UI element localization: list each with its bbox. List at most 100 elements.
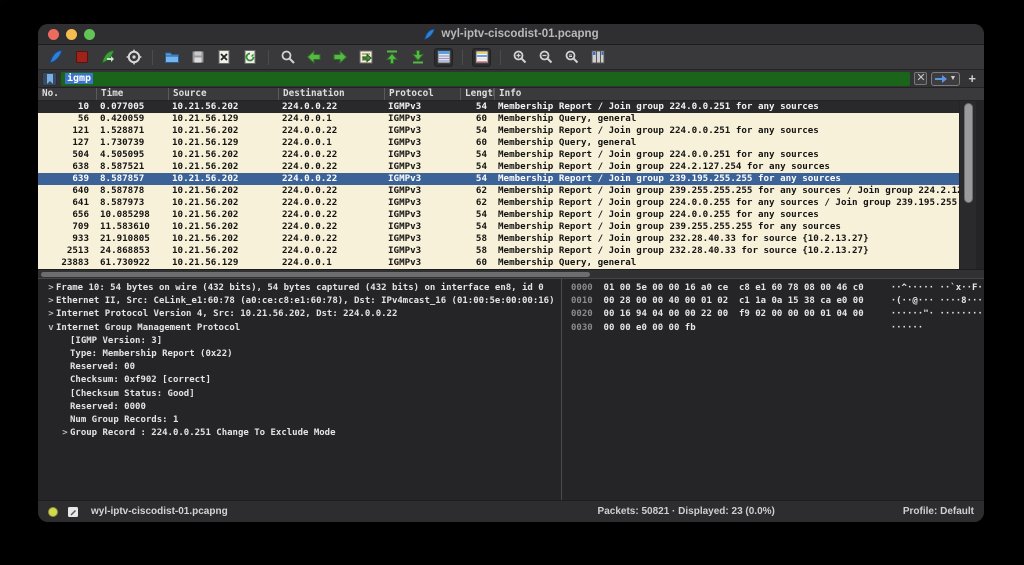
cell-time: 24.868853 xyxy=(96,245,168,257)
packet-row[interactable]: 6388.58752110.21.56.202224.0.0.22IGMPv35… xyxy=(38,161,959,173)
detail-field-row[interactable]: Reserved: 0000 xyxy=(38,401,561,414)
packet-row[interactable]: 6398.58785710.21.56.202224.0.0.22IGMPv35… xyxy=(38,173,959,185)
detail-tree-row[interactable]: >Frame 10: 54 bytes on wire (432 bits), … xyxy=(38,282,561,295)
hex-row[interactable]: 0030 00 00 e0 00 00 fb ······ xyxy=(571,322,984,335)
column-header-info[interactable]: Info xyxy=(494,88,984,100)
expanded-icon[interactable]: v xyxy=(46,322,56,335)
cell-info: Membership Report / Join group 224.0.0.2… xyxy=(494,149,959,161)
status-profile[interactable]: Profile: Default xyxy=(903,506,974,517)
vertical-scrollbar-thumb[interactable] xyxy=(964,103,973,203)
cell-destination: 224.0.0.22 xyxy=(278,149,384,161)
detail-tree-row[interactable]: >Ethernet II, Src: CeLink_e1:60:78 (a0:c… xyxy=(38,295,561,308)
packet-row[interactable]: 2388361.73092210.21.56.129224.0.0.1IGMPv… xyxy=(38,257,959,269)
packet-row[interactable]: 1271.73073910.21.56.129224.0.0.1IGMPv360… xyxy=(38,137,959,149)
save-file-button[interactable] xyxy=(188,48,207,67)
packet-row[interactable]: 560.42005910.21.56.129224.0.0.1IGMPv360M… xyxy=(38,113,959,125)
start-capture-button[interactable] xyxy=(46,48,65,67)
cell-source: 10.21.56.202 xyxy=(168,161,278,173)
hex-row[interactable]: 0000 01 00 5e 00 00 16 a0 ce c8 e1 60 78… xyxy=(571,282,984,295)
go-first-packet-button[interactable] xyxy=(382,48,401,67)
collapsed-icon[interactable]: > xyxy=(46,308,56,321)
detail-text: Num Group Records: 1 xyxy=(70,415,178,425)
detail-field-row[interactable]: Type: Membership Report (0x22) xyxy=(38,348,561,361)
status-filename[interactable]: wyl-iptv-ciscodist-01.pcapng xyxy=(91,506,228,517)
collapsed-icon[interactable]: > xyxy=(60,427,70,440)
reload-file-button[interactable] xyxy=(240,48,259,67)
collapsed-icon[interactable]: > xyxy=(46,295,56,308)
packet-row[interactable]: 70911.58361010.21.56.202224.0.0.22IGMPv3… xyxy=(38,221,959,233)
column-header-protocol[interactable]: Protocol xyxy=(384,88,460,100)
go-back-button[interactable] xyxy=(304,48,323,67)
cell-no: 638 xyxy=(38,161,96,173)
zoom-original-button[interactable] xyxy=(562,48,581,67)
packet-row[interactable]: 5044.50509510.21.56.202224.0.0.22IGMPv35… xyxy=(38,149,959,161)
close-file-button[interactable] xyxy=(214,48,233,67)
detail-field-row[interactable]: [Checksum Status: Good] xyxy=(38,388,561,401)
packet-row[interactable]: 1211.52887110.21.56.202224.0.0.22IGMPv35… xyxy=(38,125,959,137)
restart-capture-button[interactable] xyxy=(98,48,117,67)
horizontal-scrollbar-track[interactable] xyxy=(38,269,984,278)
packet-row[interactable]: 251324.86885310.21.56.202224.0.0.22IGMPv… xyxy=(38,245,959,257)
detail-tree-row[interactable]: >Internet Protocol Version 4, Src: 10.21… xyxy=(38,308,561,321)
go-forward-button[interactable] xyxy=(330,48,349,67)
column-header-source[interactable]: Source xyxy=(168,88,278,100)
detail-field-row[interactable]: Num Group Records: 1 xyxy=(38,414,561,427)
packet-row[interactable]: 100.07700510.21.56.202224.0.0.22IGMPv354… xyxy=(38,101,959,113)
colorize-packets-button[interactable] xyxy=(472,48,491,67)
detail-field-row[interactable]: Checksum: 0xf902 [correct] xyxy=(38,374,561,387)
go-to-packet-button[interactable] xyxy=(356,48,375,67)
packet-row[interactable]: 6418.58797310.21.56.202224.0.0.22IGMPv36… xyxy=(38,197,959,209)
packet-row[interactable]: 93321.91080510.21.56.202224.0.0.22IGMPv3… xyxy=(38,233,959,245)
detail-field-row[interactable]: Reserved: 00 xyxy=(38,361,561,374)
detail-field-row[interactable]: [IGMP Version: 3] xyxy=(38,335,561,348)
auto-scroll-button[interactable] xyxy=(434,48,453,67)
horizontal-scrollbar-thumb[interactable] xyxy=(41,272,590,277)
column-header-length[interactable]: Length xyxy=(460,88,494,100)
open-file-button[interactable] xyxy=(162,48,181,67)
filter-bar: igmp ✕ ▼ + xyxy=(38,70,984,88)
capture-comment-icon[interactable] xyxy=(67,506,79,518)
detail-tree-row[interactable]: >Group Record : 224.0.0.251 Change To Ex… xyxy=(38,427,561,440)
display-filter-input[interactable]: igmp xyxy=(61,72,910,86)
cell-time: 8.587878 xyxy=(96,185,168,197)
expert-info-icon[interactable] xyxy=(48,507,58,517)
column-header-destination[interactable]: Destination xyxy=(278,88,384,100)
resize-columns-button[interactable] xyxy=(588,48,607,67)
cell-source: 10.21.56.129 xyxy=(168,257,278,269)
toolbar-separator xyxy=(268,50,269,65)
zoom-in-button[interactable] xyxy=(510,48,529,67)
detail-tree-row[interactable]: vInternet Group Management Protocol xyxy=(38,322,561,335)
collapsed-icon[interactable]: > xyxy=(46,282,56,295)
hex-row[interactable]: 0020 00 16 94 04 00 00 22 00 f9 02 00 00… xyxy=(571,308,984,321)
cell-info: Membership Query, general xyxy=(494,137,959,149)
window-title: wyl-iptv-ciscodist-01.pcapng xyxy=(441,28,598,40)
cell-source: 10.21.56.202 xyxy=(168,185,278,197)
titlebar[interactable]: wyl-iptv-ciscodist-01.pcapng xyxy=(38,24,984,45)
detail-text: Checksum: 0xf902 [correct] xyxy=(70,375,211,385)
cell-length: 60 xyxy=(460,137,494,149)
stop-capture-button[interactable] xyxy=(72,48,91,67)
cell-destination: 224.0.0.1 xyxy=(278,137,384,149)
find-packet-button[interactable] xyxy=(278,48,297,67)
packet-row[interactable]: 65610.08529810.21.56.202224.0.0.22IGMPv3… xyxy=(38,209,959,221)
cell-info: Membership Report / Join group 239.195.2… xyxy=(494,173,959,185)
column-header-time[interactable]: Time xyxy=(96,88,168,100)
cell-length: 54 xyxy=(460,125,494,137)
hex-row[interactable]: 0010 00 28 00 00 40 00 01 02 c1 1a 0a 15… xyxy=(571,295,984,308)
cell-length: 54 xyxy=(460,161,494,173)
filter-bookmark-icon[interactable] xyxy=(42,72,57,86)
column-header-no[interactable]: No. xyxy=(38,88,96,100)
cell-destination: 224.0.0.22 xyxy=(278,185,384,197)
cell-info: Membership Report / Join group 232.28.40… xyxy=(494,245,959,257)
go-last-packet-button[interactable] xyxy=(408,48,427,67)
capture-options-button[interactable] xyxy=(124,48,143,67)
packet-row[interactable]: 6408.58787810.21.56.202224.0.0.22IGMPv36… xyxy=(38,185,959,197)
zoom-out-button[interactable] xyxy=(536,48,555,67)
cell-no: 933 xyxy=(38,233,96,245)
filter-add-button[interactable]: + xyxy=(964,71,980,86)
filter-clear-icon[interactable]: ✕ xyxy=(914,72,927,85)
chevron-down-icon: ▼ xyxy=(949,75,956,82)
hex-bytes: 00 16 94 04 00 00 22 00 f9 02 00 00 00 0… xyxy=(593,309,875,319)
cell-no: 127 xyxy=(38,137,96,149)
filter-apply-button[interactable]: ▼ xyxy=(931,72,960,86)
